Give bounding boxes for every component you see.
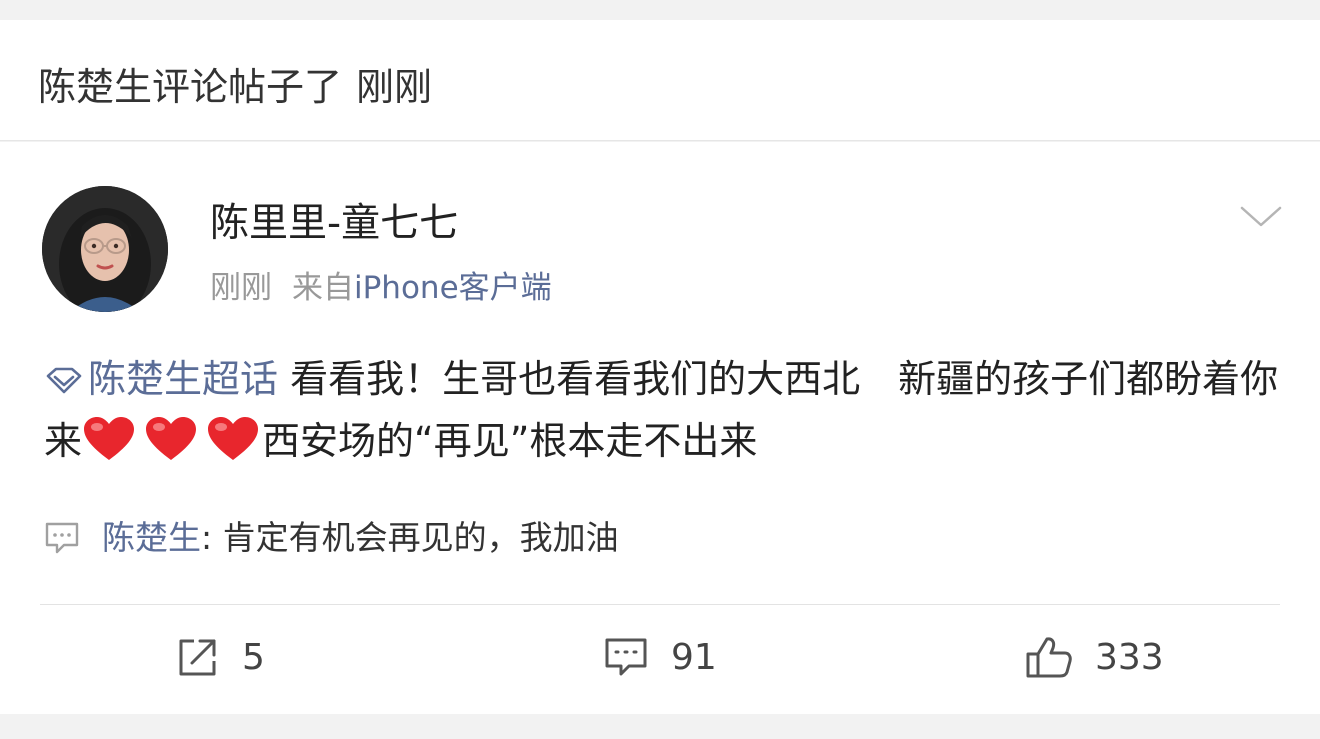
comment-button[interactable]: 91 [603,632,717,682]
reply-text: 肯定有机会再见的，我加油 [222,518,619,557]
notification-text: 陈楚生评论帖子了 刚刚 [38,60,432,114]
post-client[interactable]: iPhone客户端 [354,270,552,306]
chevron-down-icon[interactable] [1238,200,1284,230]
reply-preview[interactable]: 陈楚生: 肯定有机会再见的，我加油 [44,512,619,564]
comment-bubble-icon [45,522,79,554]
comment-count: 91 [671,636,717,678]
like-button[interactable]: 333 [1025,632,1164,682]
avatar[interactable] [42,186,168,312]
top-strip [0,0,1320,20]
post-content: 陈楚生超话 看看我！生哥也看看我们的大西北 新疆的孩子们都盼着你来 西安场的“再见… [44,348,1284,472]
post-card: 陈里里-童七七 刚刚 来自iPhone客户端 陈楚生超话 看看我！生哥也看看我们的… [0,142,1320,714]
thumbs-up-icon [1026,637,1072,678]
divider [40,604,1280,605]
heart-emoji-icon [208,417,259,460]
avatar-image [42,186,168,312]
repost-button[interactable]: 5 [176,632,265,682]
post-text-part2: 西安场的“再见”根本走不出来 [262,419,758,463]
notification-time: 刚刚 [356,65,433,109]
heart-emoji-icon [146,417,197,460]
bottom-strip [0,714,1320,739]
notification-action: 评论帖子了 [152,65,343,109]
post-source-label: 来自 [292,270,354,306]
reply-author[interactable]: 陈楚生 [102,518,201,557]
super-topic-diamond-icon [46,367,82,394]
like-count: 333 [1095,636,1164,678]
post-time: 刚刚 [210,270,272,306]
heart-emoji-icon [84,417,135,460]
repost-count: 5 [242,636,265,678]
notification-actor: 陈楚生 [38,65,153,109]
post-author[interactable]: 陈里里-童七七 [210,198,458,250]
repost-icon [179,639,216,676]
reply-separator: : [201,518,223,557]
super-topic-link[interactable]: 陈楚生超话 [44,357,278,401]
super-topic-label: 陈楚生超话 [88,357,279,401]
post-meta: 刚刚 来自iPhone客户端 [210,266,552,310]
comment-icon [605,638,647,676]
notification-header[interactable]: 陈楚生评论帖子了 刚刚 [0,20,1320,141]
